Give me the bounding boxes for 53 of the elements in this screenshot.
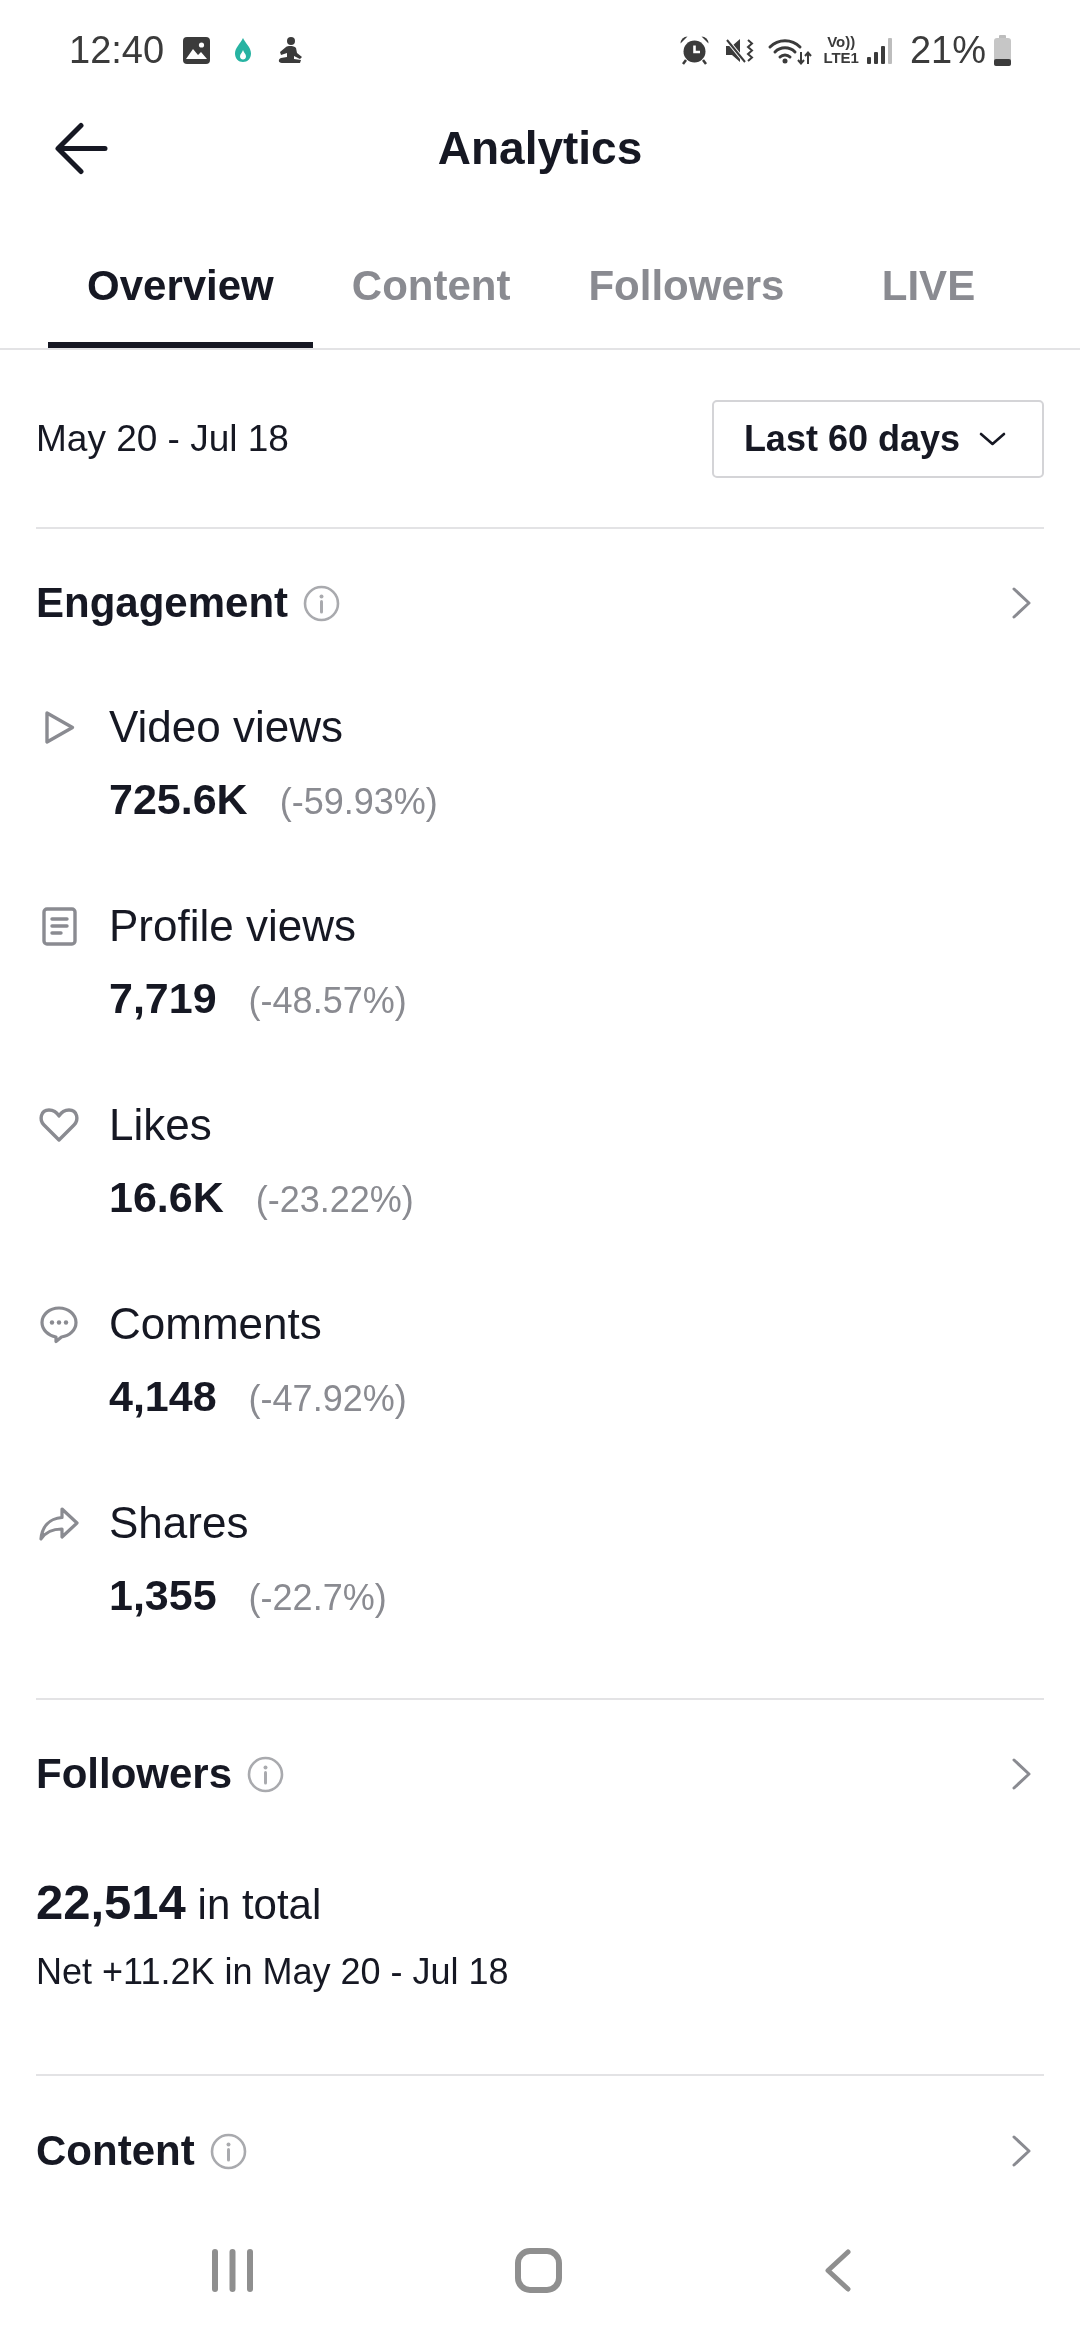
metric-label: Comments: [109, 1298, 322, 1350]
metric-label: Profile views: [109, 900, 356, 952]
section-title: Followers: [36, 1749, 233, 1799]
metric-value: 7,719: [109, 973, 217, 1024]
chevron-right-icon[interactable]: [1011, 1757, 1032, 1791]
metric-value: 16.6K: [109, 1172, 224, 1223]
signal-icon: [865, 36, 894, 64]
network-type-label: LTE1: [823, 50, 859, 66]
tab[interactable]: Content: [312, 238, 550, 348]
battery-icon: [993, 34, 1012, 66]
metric-label: Video views: [109, 701, 343, 753]
period-dropdown[interactable]: Last 60 days: [711, 399, 1044, 478]
volte-label: Vo)): [827, 34, 856, 50]
home-icon[interactable]: [515, 2247, 562, 2293]
play-icon: [43, 709, 75, 745]
alarm-clock-icon: [679, 35, 711, 65]
date-range-text: May 20 - Jul 18: [36, 417, 289, 460]
chevron-right-icon[interactable]: [1011, 2134, 1032, 2168]
followers-total: 22,514 in total: [36, 1874, 322, 1931]
metric-value: 1,355: [109, 1570, 217, 1621]
chevron-right-icon[interactable]: [1011, 586, 1032, 620]
status-time: 12:40: [69, 28, 165, 72]
back-arrow-icon[interactable]: [54, 121, 108, 175]
document-icon: [41, 906, 77, 946]
followers-net-change: Net +11.2K in May 20 - Jul 18: [36, 1950, 509, 1994]
info-icon[interactable]: [303, 584, 341, 622]
page-title: Analytics: [437, 121, 643, 175]
drop-icon: [234, 37, 253, 63]
section-title: Content: [36, 2126, 195, 2176]
tab[interactable]: Followers: [549, 238, 824, 348]
tab[interactable]: LIVE: [823, 238, 1034, 348]
info-icon[interactable]: [209, 2132, 247, 2170]
share-arrow-icon: [38, 1504, 80, 1542]
metric-value: 725.6K: [109, 774, 248, 825]
info-icon[interactable]: [247, 1755, 285, 1793]
recent-apps-icon[interactable]: [212, 2248, 253, 2292]
metric-change: (-23.22%): [255, 1178, 414, 1222]
metric-change: (-48.57%): [248, 979, 407, 1023]
metric-change: (-47.92%): [248, 1377, 407, 1421]
tab[interactable]: Overview: [48, 238, 313, 348]
speech-bubble-icon: [39, 1304, 79, 1344]
section-title: Engagement: [36, 578, 289, 628]
image-icon: [182, 35, 212, 65]
person-icon: [277, 36, 304, 64]
metric-label: Likes: [109, 1099, 212, 1151]
caret-down-icon: [979, 431, 1006, 446]
back-icon[interactable]: [824, 2248, 851, 2292]
metric-label: Shares: [109, 1497, 249, 1549]
metric-change: (-22.7%): [248, 1576, 387, 1620]
heart-icon: [38, 1107, 80, 1143]
battery-percent: 21%: [909, 28, 986, 72]
metric-change: (-59.93%): [279, 780, 438, 824]
metric-value: 4,148: [109, 1371, 217, 1422]
